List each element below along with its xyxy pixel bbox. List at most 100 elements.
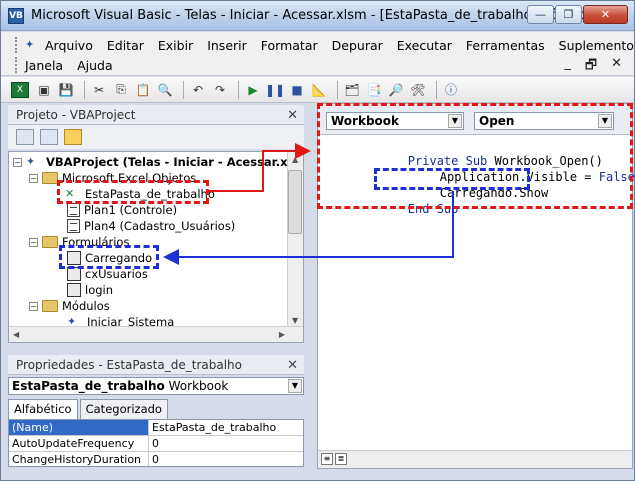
folder-icon bbox=[42, 172, 58, 184]
mdi-restore-button[interactable]: 🗗 bbox=[585, 56, 597, 78]
property-value[interactable]: EstaPasta_de_trabalho bbox=[149, 420, 276, 435]
code-window-statusbar: ≡ ≣ bbox=[318, 450, 632, 468]
menu-row-2: Janela Ajuda bbox=[15, 55, 127, 75]
menu-executar[interactable]: Executar bbox=[397, 38, 452, 53]
scroll-left-icon[interactable]: ◀ bbox=[13, 330, 19, 339]
minimize-button[interactable]: — bbox=[527, 5, 554, 24]
close-button[interactable]: ✕ bbox=[583, 5, 628, 24]
scroll-thumb[interactable] bbox=[288, 170, 302, 234]
folder-icon bbox=[42, 300, 58, 312]
menu-arquivo[interactable]: Arquivo bbox=[45, 38, 93, 53]
design-mode-icon[interactable]: 📐 bbox=[310, 81, 328, 99]
insert-userform-icon[interactable]: ▣ bbox=[35, 81, 53, 99]
paste-icon[interactable]: 📋 bbox=[134, 81, 152, 99]
property-row[interactable]: ChangeHistoryDuration 0 bbox=[9, 452, 303, 466]
tab-categorizado[interactable]: Categorizado bbox=[79, 399, 168, 419]
property-key: (Name) bbox=[9, 420, 149, 435]
chevron-down-icon[interactable]: ▼ bbox=[288, 379, 302, 393]
excel-view-icon[interactable]: X bbox=[11, 81, 29, 98]
view-object-button[interactable] bbox=[40, 129, 58, 145]
property-value[interactable]: 0 bbox=[149, 436, 159, 451]
restore-icon: ❐ bbox=[563, 8, 574, 21]
menu-bar: ✦ Arquivo Editar Exibir Inserir Formatar… bbox=[1, 32, 635, 78]
tree-modules-folder-label: Módulos bbox=[62, 299, 110, 313]
userform-icon bbox=[67, 283, 81, 297]
collapse-icon[interactable]: − bbox=[29, 173, 38, 183]
properties-pane-close-icon[interactable]: ✕ bbox=[287, 356, 298, 376]
menu-suplementos[interactable]: Suplementos bbox=[559, 38, 635, 53]
project-toolbar bbox=[8, 125, 304, 149]
menu-depurar[interactable]: Depurar bbox=[332, 38, 383, 53]
mdi-controls: _ 🗗 ✕ bbox=[564, 56, 622, 78]
restore-button[interactable]: ❐ bbox=[555, 5, 582, 24]
standard-toolbar: X ▣ 💾 ✂ ⎘ 📋 🔍 ↶ ↷ ▶ ❚❚ ■ 📐 🗂 📑 🔎 🛠 ⓘ bbox=[1, 77, 634, 103]
properties-window-icon[interactable]: 📑 bbox=[365, 81, 383, 99]
toolbox-icon[interactable]: 🛠 bbox=[409, 81, 427, 99]
tab-alfabetico[interactable]: Alfabético bbox=[8, 399, 78, 420]
menu-grip-2[interactable] bbox=[15, 57, 19, 73]
properties-grid: (Name) EstaPasta_de_trabalho AutoUpdateF… bbox=[8, 419, 304, 467]
copy-icon[interactable]: ⎘ bbox=[112, 81, 130, 99]
menu-exibir[interactable]: Exibir bbox=[158, 38, 193, 53]
toolbar-separator bbox=[183, 80, 184, 99]
tree-item-label: Plan4 (Cadastro_Usuários) bbox=[84, 219, 236, 233]
tree-node-login[interactable]: login bbox=[67, 282, 113, 298]
toolbar-separator bbox=[436, 80, 437, 99]
property-row[interactable]: (Name) EstaPasta_de_trabalho bbox=[9, 420, 303, 436]
property-value[interactable]: 0 bbox=[149, 452, 159, 466]
mdi-close-button[interactable]: ✕ bbox=[611, 56, 622, 78]
tree-node-modules-folder[interactable]: − Módulos bbox=[29, 298, 110, 314]
menu-row-1: ✦ Arquivo Editar Exibir Inserir Formatar… bbox=[15, 35, 635, 55]
tree-horizontal-scrollbar[interactable]: ◀ ▶ bbox=[9, 326, 303, 342]
scroll-up-icon[interactable]: ▲ bbox=[292, 155, 298, 164]
scroll-down-icon[interactable]: ▼ bbox=[292, 316, 298, 325]
toggle-folders-button[interactable] bbox=[64, 129, 82, 145]
collapse-icon[interactable]: − bbox=[29, 301, 38, 311]
properties-tabs: Alfabético Categorizado bbox=[8, 399, 170, 420]
menu-grip[interactable] bbox=[15, 37, 19, 53]
view-code-button[interactable] bbox=[16, 129, 34, 145]
vba-mdi-icon[interactable]: ✦ bbox=[25, 39, 41, 51]
window-title: Microsoft Visual Basic - Telas - Iniciar… bbox=[31, 8, 596, 23]
tree-node-plan1[interactable]: Plan1 (Controle) bbox=[67, 202, 177, 218]
close-icon: ✕ bbox=[600, 8, 611, 21]
break-icon[interactable]: ❚❚ bbox=[265, 81, 285, 99]
property-row[interactable]: AutoUpdateFrequency 0 bbox=[9, 436, 303, 452]
save-icon[interactable]: 💾 bbox=[57, 81, 75, 99]
menu-janela[interactable]: Janela bbox=[25, 58, 63, 73]
mdi-minimize-button[interactable]: _ bbox=[564, 56, 571, 78]
tree-node-plan4[interactable]: Plan4 (Cadastro_Usuários) bbox=[67, 218, 235, 234]
reset-icon[interactable]: ■ bbox=[288, 81, 306, 99]
properties-object-name: EstaPasta_de_trabalho bbox=[12, 379, 165, 393]
project-pane-close-icon[interactable]: ✕ bbox=[287, 106, 298, 126]
project-pane-title-text: Projeto - VBAProject bbox=[16, 108, 136, 122]
menu-editar[interactable]: Editar bbox=[107, 38, 144, 53]
full-module-view-button[interactable]: ≣ bbox=[335, 453, 347, 465]
object-browser-icon[interactable]: 🔎 bbox=[387, 81, 405, 99]
tree-node-root[interactable]: − ✦ VBAProject (Telas - Iniciar - Acessa… bbox=[13, 154, 303, 170]
minimize-icon: — bbox=[535, 8, 546, 21]
annotation-estapasta bbox=[57, 180, 209, 204]
undo-icon[interactable]: ↶ bbox=[189, 81, 207, 99]
tree-vertical-scrollbar[interactable]: ▲ ▼ bbox=[287, 152, 303, 328]
redo-icon[interactable]: ↷ bbox=[211, 81, 229, 99]
procedure-view-button[interactable]: ≡ bbox=[321, 453, 333, 465]
menu-inserir[interactable]: Inserir bbox=[207, 38, 247, 53]
find-icon[interactable]: 🔍 bbox=[156, 81, 174, 99]
title-bar: VB Microsoft Visual Basic - Telas - Inic… bbox=[1, 1, 634, 31]
collapse-icon[interactable]: − bbox=[29, 237, 38, 247]
vba-app-icon[interactable]: VB bbox=[8, 8, 24, 24]
tree-item-label: Plan1 (Controle) bbox=[84, 203, 178, 217]
cut-icon[interactable]: ✂ bbox=[90, 81, 108, 99]
menu-formatar[interactable]: Formatar bbox=[261, 38, 318, 53]
scroll-right-icon[interactable]: ▶ bbox=[279, 330, 285, 339]
menu-ajuda[interactable]: Ajuda bbox=[77, 58, 113, 73]
tree-item-label: login bbox=[85, 283, 114, 297]
help-icon[interactable]: ⓘ bbox=[442, 81, 460, 99]
collapse-icon[interactable]: − bbox=[13, 157, 22, 167]
window-controls: — ❐ ✕ bbox=[526, 5, 628, 25]
project-explorer-icon[interactable]: 🗂 bbox=[343, 81, 361, 99]
properties-object-select[interactable]: EstaPasta_de_trabalho Workbook ▼ bbox=[8, 377, 304, 395]
run-icon[interactable]: ▶ bbox=[244, 81, 262, 99]
menu-ferramentas[interactable]: Ferramentas bbox=[466, 38, 545, 53]
